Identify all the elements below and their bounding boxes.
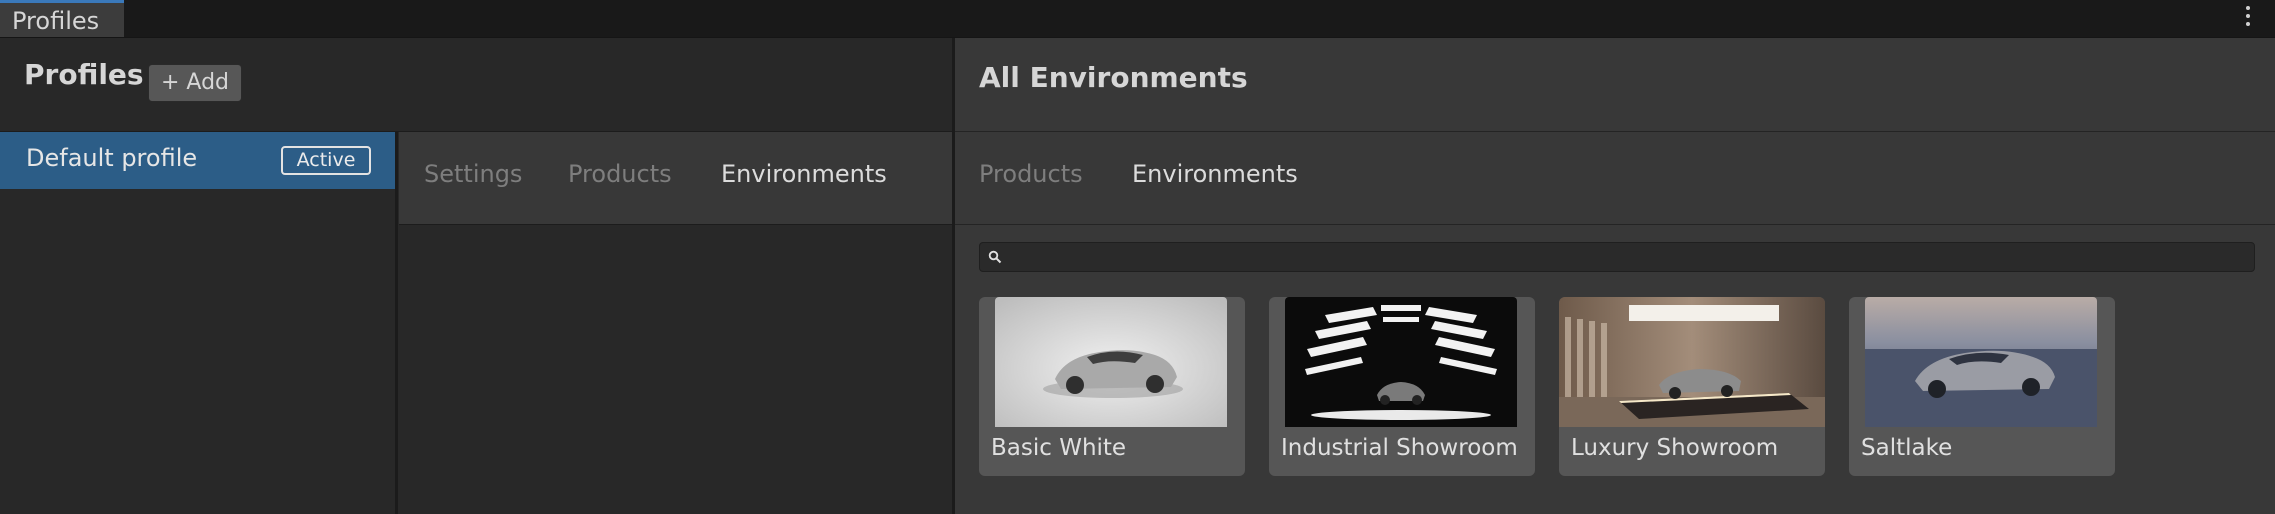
tab-settings[interactable]: Settings (424, 160, 522, 188)
environment-card[interactable]: Saltlake (1849, 297, 2115, 476)
add-profile-button[interactable]: + Add (148, 64, 242, 102)
environments-tabs: Products Environments (955, 132, 2275, 225)
environments-title: All Environments (979, 61, 1248, 94)
environment-thumbnail (1559, 297, 1825, 427)
environment-label: Basic White (991, 435, 1127, 461)
environment-thumbnail (1865, 297, 2097, 427)
window-tab-strip: Profiles (0, 0, 2275, 38)
active-badge: Active (281, 146, 371, 175)
profiles-title: Profiles (24, 58, 144, 91)
tab-all-products[interactable]: Products (979, 160, 1083, 188)
environment-thumbnail (995, 297, 1227, 427)
environments-header: All Environments (955, 38, 2275, 132)
environments-panel: All Environments Products Environments B… (955, 38, 2275, 514)
environment-card[interactable]: Luxury Showroom (1559, 297, 1825, 476)
tab-products[interactable]: Products (568, 160, 672, 188)
search-icon (988, 250, 1002, 264)
environment-card[interactable]: Basic White (979, 297, 1245, 476)
profiles-header: Profiles + Add (0, 38, 952, 132)
environment-thumbnail (1285, 297, 1517, 427)
profile-name: Default profile (26, 144, 198, 172)
profile-detail: Settings Products Environments (399, 132, 952, 514)
environment-card[interactable]: Industrial Showroom (1269, 297, 1535, 476)
environment-label: Saltlake (1861, 435, 1953, 461)
kebab-menu-icon[interactable] (2245, 6, 2251, 30)
tab-all-environments[interactable]: Environments (1132, 160, 1298, 188)
profile-detail-tabs: Settings Products Environments (399, 132, 952, 225)
profile-list: Default profile Active (0, 132, 398, 514)
profile-list-item[interactable]: Default profile Active (0, 132, 395, 189)
environment-label: Industrial Showroom (1281, 435, 1518, 461)
search-input[interactable] (979, 242, 2255, 272)
tab-environments[interactable]: Environments (721, 160, 887, 188)
environment-label: Luxury Showroom (1571, 435, 1779, 461)
profiles-panel: Profiles + Add Default profile Active Se… (0, 38, 952, 514)
tab-profiles[interactable]: Profiles (0, 0, 124, 37)
tab-profiles-label: Profiles (12, 7, 100, 35)
